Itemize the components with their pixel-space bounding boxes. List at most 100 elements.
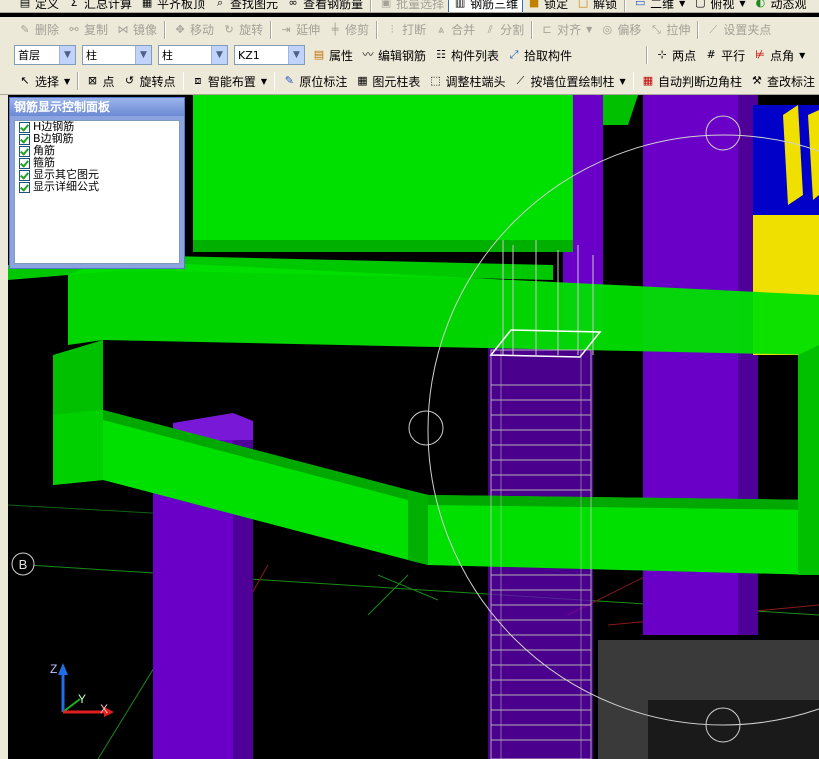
split-button[interactable]: ⫽ 分割 [479, 20, 528, 40]
move-button[interactable]: ✥ 移动 [169, 20, 218, 40]
set-grip-button[interactable]: ⟋ 设置夹点 [702, 20, 775, 40]
mirror-icon: ⋈ [117, 22, 129, 36]
draw-toolbar: ↖ 选择 ▼ ⊠ 点 ↺ 旋转点 ⧈ 智能布置 ▼ ✎ 原位标注 ▦ 图元柱表 ⬚ 调整柱端头 ⟋… [0, 68, 819, 95]
unlock-button[interactable]: □ 解锁 [572, 0, 621, 12]
find-element-button[interactable]: ⌕ 查找图元 [209, 0, 282, 12]
delete-button[interactable]: ✎ 删除 [14, 20, 63, 40]
orbit-icon: ◐ [755, 0, 766, 9]
column-table-button[interactable]: ▦ 图元柱表 [351, 71, 424, 91]
element-select[interactable]: KZ1 ▼ [234, 45, 305, 65]
category-select[interactable]: 柱 ▼ [82, 45, 152, 65]
chevron-down-icon: ▼ [135, 46, 151, 64]
top-view-dropdown[interactable]: ▢ 俯视 ▼ [689, 0, 749, 12]
auto-corner-column-button[interactable]: ▦ 自动判断边角柱 [637, 71, 746, 91]
merge-button[interactable]: ⩓ 合并 [430, 20, 479, 40]
checkbox-checked[interactable] [19, 181, 30, 193]
in-place-label-button[interactable]: ✎ 原位标注 [278, 71, 351, 91]
trim-button[interactable]: ╪ 修剪 [324, 20, 373, 40]
lock-button[interactable]: ■ 锁定 [523, 0, 572, 12]
unlock-icon: □ [577, 0, 589, 9]
define-button[interactable]: ▤ 定义 [14, 0, 63, 12]
break-button[interactable]: ⫶ 打断 [381, 20, 430, 40]
view-2d-dropdown[interactable]: ▭ 二维 ▼ [629, 0, 689, 12]
merge-icon: ⩓ [438, 22, 445, 36]
select-dropdown[interactable]: ↖ 选择 ▼ [14, 71, 74, 91]
view-rebar-button[interactable]: ∞ 查看钢筋量 [282, 0, 367, 12]
offset-icon: ◎ [602, 22, 613, 36]
stretch-button[interactable]: ⤡ 拉伸 [645, 20, 694, 40]
move-icon: ✥ [175, 22, 185, 36]
chevron-down-icon: ▼ [739, 0, 746, 8]
check-label-button[interactable]: ⚒ 查改标注 [746, 71, 819, 91]
split-icon: ⫽ [487, 22, 493, 36]
properties-icon: ▤ [313, 48, 325, 61]
point-icon: ⊠ [87, 74, 98, 87]
draw-by-wall-button[interactable]: ⟋ 按墙位置绘制柱 ▼ [509, 71, 629, 91]
wall-icon: ⟋ [516, 74, 525, 87]
beam-right [798, 345, 819, 575]
pick-element-button[interactable]: ⤢ 拾取构件 [503, 45, 576, 65]
mirror-button[interactable]: ⋈ 镜像 [112, 20, 161, 40]
checkbox-checked[interactable] [19, 133, 30, 145]
edit-rebar-button[interactable]: 〰编辑钢筋 [357, 45, 430, 65]
chevron-down-icon: ▼ [260, 76, 268, 86]
checkbox-checked[interactable] [19, 157, 30, 169]
y-axis-label: Y [78, 692, 86, 706]
copy-button[interactable]: ⚯ 复制 [63, 20, 112, 40]
rebar-display-panel: 钢筋显示控制面板 H边钢筋 B边钢筋 角筋 箍筋 显示其它图元 显示详细公式 [9, 97, 185, 269]
batch-select-button[interactable]: ▣ 批量选择 [375, 0, 448, 12]
chevron-down-icon: ▼ [586, 25, 593, 34]
stretch-icon: ⤡ [651, 22, 661, 36]
x-axis-label: X [100, 702, 108, 716]
adjust-column-end-button[interactable]: ⬚ 调整柱端头 [424, 71, 509, 91]
option-detail-formula[interactable]: 显示详细公式 [15, 181, 179, 193]
floor-select[interactable]: 首层 ▼ [14, 45, 76, 65]
smart-layout-icon: ⧈ [194, 74, 202, 87]
checkbox-checked[interactable] [19, 121, 30, 133]
properties-button[interactable]: ▤ 属性 [308, 45, 357, 65]
lock-icon: ■ [528, 0, 540, 9]
two-point-button[interactable]: ⊹ 两点 [651, 45, 700, 65]
rotate-icon: ↻ [224, 22, 234, 36]
align-dropdown[interactable]: ⊏ 对齐 ▼ [536, 20, 596, 40]
rebar-3d-button[interactable]: ▥ 钢筋三维 [448, 0, 524, 12]
checkbox-checked[interactable] [19, 169, 30, 181]
chevron-down-icon: ▼ [59, 46, 75, 64]
copy-icon: ⚯ [69, 22, 79, 36]
delete-icon: ✎ [20, 22, 30, 36]
edit-rebar-icon: 〰 [362, 48, 374, 61]
selector-toolbar: 首层 ▼ 柱 ▼ 柱 ▼ KZ1 ▼ ▤ 属性 〰编辑钢筋 ☷ 构件列表 ⤢ 拾取构件 ⊹ 两点… [0, 42, 819, 69]
grip-icon: ⟋ [709, 22, 718, 36]
cursor-icon: ↖ [20, 74, 30, 87]
rotate-button[interactable]: ↻ 旋转 [218, 20, 267, 40]
checkbox-checked[interactable] [19, 145, 30, 157]
find-icon: ⌕ [216, 0, 224, 9]
panel-title: 钢筋显示控制面板 [10, 98, 184, 116]
rotate-point-button[interactable]: ↺ 旋转点 [119, 71, 180, 91]
chevron-down-icon: ▼ [211, 46, 227, 64]
chevron-down-icon: ▼ [799, 50, 806, 60]
beam-top [193, 95, 573, 250]
point-button[interactable]: ⊠ 点 [82, 71, 119, 91]
calculate-button[interactable]: Σ 汇总计算 [63, 0, 136, 12]
smart-layout-dropdown[interactable]: ⧈ 智能布置 ▼ [187, 71, 271, 91]
offset-button[interactable]: ◎ 偏移 [596, 20, 645, 40]
trim-icon: ╪ [331, 22, 339, 36]
parallel-button[interactable]: # 平行 [700, 45, 749, 65]
check-label-icon: ⚒ [752, 74, 762, 87]
panel-body: H边钢筋 B边钢筋 角筋 箍筋 显示其它图元 显示详细公式 [14, 120, 180, 264]
slab-icon: ▦ [141, 0, 153, 9]
rebar-3d-icon: ▥ [454, 0, 466, 9]
z-axis-label: Z [50, 662, 57, 676]
extend-button[interactable]: ⇥ 延伸 [275, 20, 324, 40]
type-select[interactable]: 柱 ▼ [158, 45, 228, 65]
align-icon: ⊏ [542, 22, 552, 36]
point-angle-dropdown[interactable]: ⊭ 点角 ▼ [749, 45, 809, 65]
element-list-button[interactable]: ☷ 构件列表 [430, 45, 503, 65]
list-icon: ☷ [436, 48, 446, 61]
pick-icon: ⤢ [509, 48, 519, 61]
flush-slab-button[interactable]: ▦ 平齐板顶 [136, 0, 209, 12]
dynamic-view-button[interactable]: ◐ 动态观 [749, 0, 810, 12]
table-icon: ▦ [357, 74, 368, 87]
define-icon: ▤ [19, 0, 31, 9]
